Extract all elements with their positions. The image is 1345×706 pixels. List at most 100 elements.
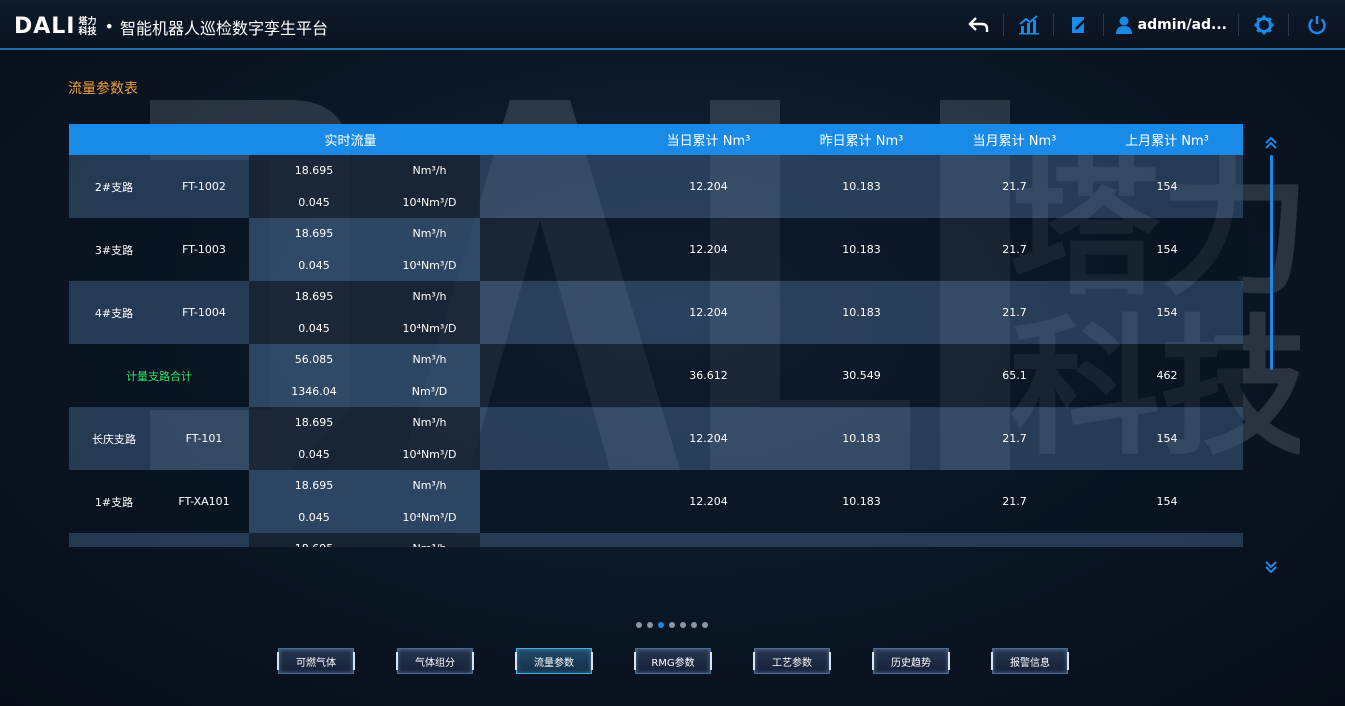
yesterday-total: 30.549 — [842, 369, 881, 382]
statistics-button[interactable] — [1004, 0, 1054, 50]
flow-unit-daily: 10⁴Nm³/D — [402, 195, 457, 209]
flow-value: 18.695 — [294, 479, 334, 493]
today-total — [632, 533, 785, 547]
yesterday-total: 10.183 — [842, 306, 881, 319]
table-row-total[interactable]: 计量支路合计 56.085 1346.04 Nm³/h Nm³/D 36.612 3… — [69, 344, 1243, 407]
today-total: 12.204 — [689, 306, 728, 319]
flow-value-daily: 0.045 — [298, 321, 330, 335]
flow-unit: Nm³/h — [379, 533, 480, 547]
flow-value: 18.695 — [249, 533, 379, 547]
title-separator: • — [104, 17, 114, 36]
last-month-total: 462 — [1156, 369, 1178, 382]
header-month: 当月累计 Nm³ — [972, 134, 1057, 149]
chart-icon — [1018, 15, 1039, 35]
flow-unit: Nm³/h — [412, 164, 447, 178]
back-button[interactable] — [954, 0, 1004, 50]
meter-tag: FT-1002 — [182, 180, 226, 193]
nav-alarm-info[interactable]: 报警信息 — [991, 648, 1069, 674]
nav-process-parameters[interactable]: 工艺参数 — [753, 648, 831, 674]
table-row[interactable]: 1#支路 FT-XA101 18.695 0.045 Nm³/h 10⁴Nm³/D … — [69, 470, 1243, 533]
flow-unit: Nm³/h — [412, 416, 447, 430]
flow-unit: Nm³/h — [412, 353, 447, 367]
header-toolbar: admin/ad... — [954, 0, 1345, 50]
yesterday-total: 10.183 — [842, 432, 881, 445]
scroll-up-icon[interactable] — [1264, 136, 1278, 150]
meter-tag — [159, 533, 249, 547]
yesterday-total — [785, 533, 938, 547]
header-last-month: 上月累计 Nm³ — [1125, 134, 1209, 149]
header-realtime: 实时流量 — [324, 134, 377, 149]
table-row[interactable]: 3#支路 FT-1003 18.695 0.045 Nm³/h 10⁴Nm³/D 1… — [69, 218, 1243, 281]
page-dot[interactable] — [691, 622, 697, 628]
page-dot[interactable] — [636, 622, 642, 628]
table-row[interactable]: 4#支路 FT-1004 18.695 0.045 Nm³/h 10⁴Nm³/D 1… — [69, 281, 1243, 344]
flow-unit-daily: 10⁴Nm³/D — [402, 447, 457, 461]
flow-unit: Nm³/h — [412, 290, 447, 304]
last-month-total: 154 — [1156, 495, 1178, 508]
page-dot-active[interactable] — [658, 622, 664, 628]
nav-combustible-gas[interactable]: 可燃气体 — [277, 648, 355, 674]
flow-value: 18.695 — [294, 164, 334, 178]
meter-tag: FT-1003 — [182, 243, 226, 256]
nav-flow-parameters[interactable]: 流量参数 — [515, 648, 593, 674]
scroll-down-icon[interactable] — [1264, 560, 1278, 574]
table-row[interactable]: 长庆支路 FT-101 18.695 0.045 Nm³/h 10⁴Nm³/D 12… — [69, 407, 1243, 470]
month-total — [938, 533, 1091, 547]
app-title: 智能机器人巡检数字孪生平台 — [119, 18, 328, 38]
section-title: 流量参数表 — [68, 81, 138, 97]
power-button[interactable] — [1289, 0, 1345, 50]
last-month-total — [1091, 533, 1243, 547]
yesterday-total: 10.183 — [842, 243, 881, 256]
flow-value-daily: 1346.04 — [291, 384, 337, 398]
branch-name: 长庆支路 — [92, 432, 136, 446]
total-label: 计量支路合计 — [126, 369, 192, 383]
branch-name: 1#支路 — [94, 495, 134, 509]
meter-tag: FT-101 — [185, 432, 223, 445]
table-header: 实时流量 当日累计 Nm³ 昨日累计 Nm³ 当月累计 Nm³ 上月累计 Nm³ — [69, 124, 1243, 155]
flow-unit: Nm³/h — [412, 479, 447, 493]
flow-value-daily: 0.045 — [298, 195, 330, 209]
last-month-total: 154 — [1156, 180, 1178, 193]
logo-mark: DALI — [14, 14, 76, 39]
flow-value: 18.695 — [294, 290, 334, 304]
page-dot[interactable] — [669, 622, 675, 628]
flow-unit-daily: Nm³/D — [411, 384, 448, 398]
user-icon — [1115, 16, 1132, 34]
today-total: 12.204 — [689, 432, 728, 445]
branch-name — [69, 533, 159, 547]
page-dot[interactable] — [702, 622, 708, 628]
edit-button[interactable] — [1054, 0, 1104, 50]
flow-unit-daily: 10⁴Nm³/D — [402, 510, 457, 524]
gear-icon — [1254, 15, 1274, 35]
settings-button[interactable] — [1239, 0, 1289, 50]
meter-tag: FT-1004 — [182, 306, 226, 319]
table-row[interactable]: 18.695 Nm³/h — [69, 533, 1243, 547]
page-dot[interactable] — [647, 622, 653, 628]
nav-rmg-parameters[interactable]: RMG参数 — [634, 648, 712, 674]
page-dot[interactable] — [680, 622, 686, 628]
yesterday-total: 10.183 — [842, 180, 881, 193]
branch-name: 3#支路 — [94, 243, 134, 257]
bottom-nav: 可燃气体 气体组分 流量参数 RMG参数 工艺参数 历史趋势 报警信息 — [277, 648, 1069, 674]
today-total: 12.204 — [689, 495, 728, 508]
today-total: 12.204 — [689, 243, 728, 256]
flow-value-daily: 0.045 — [298, 510, 330, 524]
flow-value: 18.695 — [294, 416, 334, 430]
table-row[interactable]: 2#支路 FT-1002 18.695 0.045 Nm³/h 10⁴Nm³/D 1… — [69, 155, 1243, 218]
today-total: 12.204 — [689, 180, 728, 193]
flow-unit: Nm³/h — [412, 227, 447, 241]
user-menu[interactable]: admin/ad... — [1104, 0, 1240, 50]
month-total: 21.7 — [1002, 243, 1027, 256]
month-total: 21.7 — [1002, 306, 1027, 319]
back-arrow-icon — [967, 17, 988, 32]
flow-unit-daily: 10⁴Nm³/D — [402, 258, 457, 272]
last-month-total: 154 — [1156, 432, 1178, 445]
month-total: 65.1 — [1002, 369, 1027, 382]
scrollbar-thumb[interactable] — [1270, 155, 1273, 370]
flow-value-daily: 0.045 — [298, 447, 330, 461]
nav-history-trend[interactable]: 历史趋势 — [872, 648, 950, 674]
nav-gas-composition[interactable]: 气体组分 — [396, 648, 474, 674]
header-yesterday: 昨日累计 Nm³ — [819, 134, 904, 149]
flow-value-daily: 0.045 — [298, 258, 330, 272]
flow-value: 56.085 — [294, 353, 334, 367]
